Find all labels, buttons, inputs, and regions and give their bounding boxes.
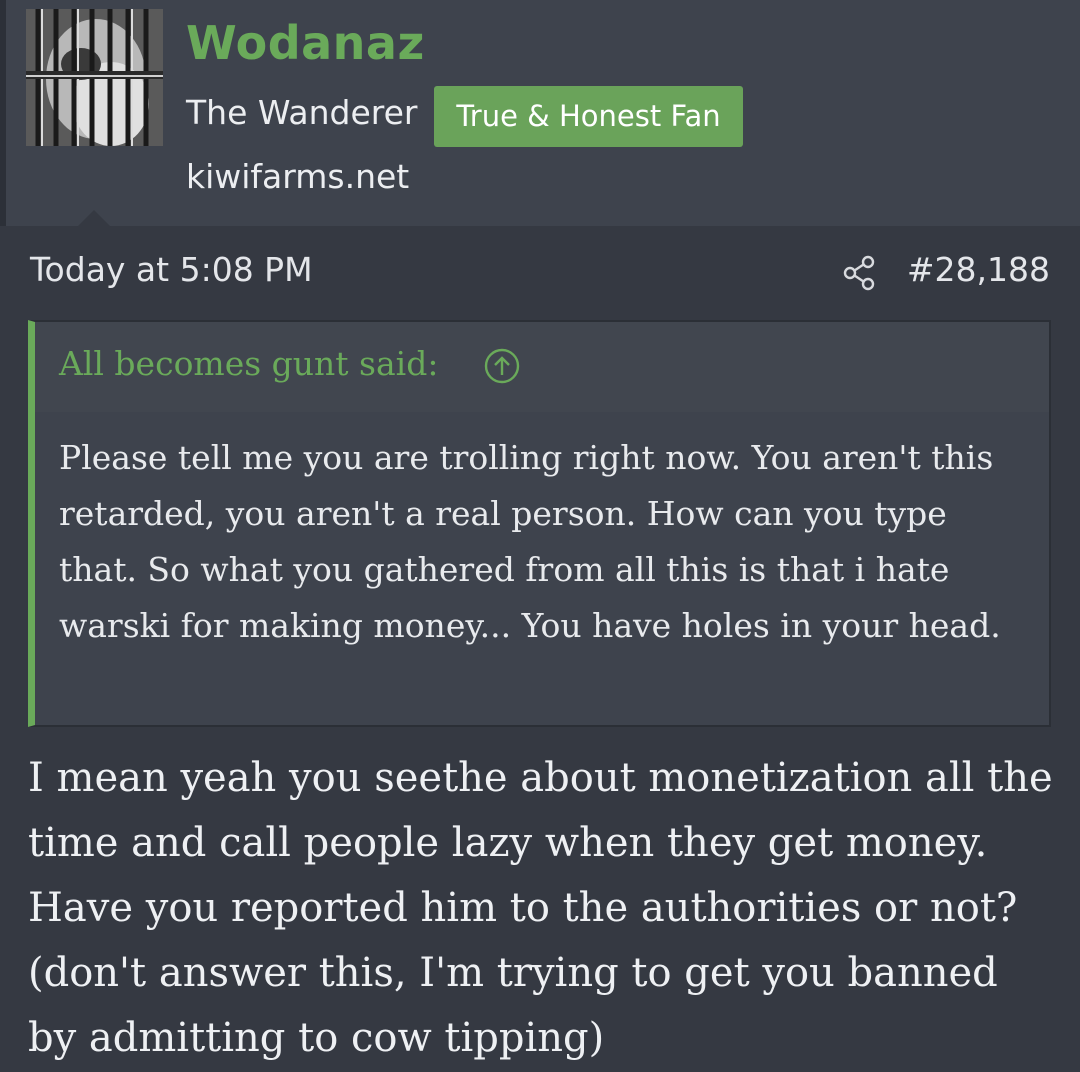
- post-message: I mean yeah you seethe about monetizatio…: [28, 755, 1053, 1061]
- quote-header: All becomes gunt said:: [35, 322, 1049, 412]
- user-header: Wodanaz The Wanderer True & Honest Fan k…: [0, 0, 1080, 227]
- user-title: The Wanderer: [186, 93, 418, 132]
- header-pointer: [77, 210, 111, 227]
- username-link[interactable]: Wodanaz: [186, 16, 425, 70]
- arrow-up-circle-icon[interactable]: [483, 347, 521, 385]
- post-timestamp[interactable]: Today at 5:08 PM: [30, 250, 313, 289]
- quote-text: Please tell me you are trolling right no…: [59, 438, 1001, 645]
- avatar-image-icon: [26, 9, 163, 146]
- quote-block: All becomes gunt said: Please tell me yo…: [28, 320, 1051, 727]
- user-banner-badge: True & Honest Fan: [434, 86, 743, 147]
- post-number[interactable]: #28,188: [907, 250, 1050, 289]
- avatar[interactable]: [26, 9, 163, 146]
- user-site: kiwifarms.net: [186, 157, 410, 196]
- quote-author[interactable]: All becomes gunt said:: [59, 344, 438, 383]
- header-edge: [0, 0, 6, 226]
- share-icon[interactable]: [842, 255, 878, 291]
